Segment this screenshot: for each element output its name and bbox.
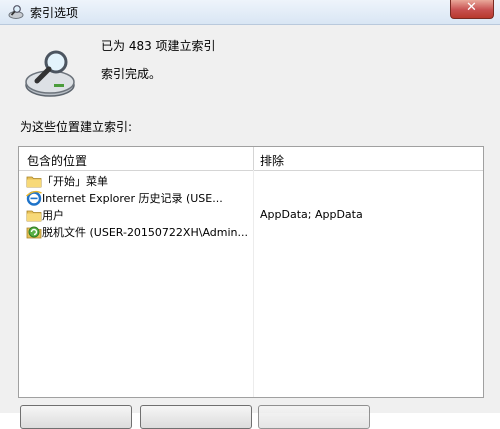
indexed-count-text: 已为 483 项建立索引 <box>101 39 216 53</box>
list-item[interactable]: 脱机文件 (USER-20150722XH\Admin... <box>19 223 483 240</box>
column-header-exclude[interactable]: 排除 <box>260 152 284 169</box>
indexing-options-icon <box>8 5 24 19</box>
offline-files-icon <box>26 226 42 239</box>
location-name: Internet Explorer 历史记录 (USE... <box>42 192 223 205</box>
column-header-included-locations[interactable]: 包含的位置 <box>27 152 87 169</box>
column-divider[interactable] <box>253 147 254 170</box>
close-icon: ✕ <box>466 0 477 15</box>
list-item[interactable]: 用户 AppData; AppData <box>19 206 483 223</box>
modify-button[interactable] <box>20 405 132 429</box>
indexing-status-text: 索引完成。 <box>101 67 162 81</box>
window-title: 索引选项 <box>30 6 79 20</box>
title-bar: 索引选项 ✕ <box>0 0 500 25</box>
list-item[interactable]: 「开始」菜单 <box>19 172 483 189</box>
exclude-value: AppData; AppData <box>260 208 363 221</box>
folder-icon <box>26 176 42 188</box>
pause-button <box>258 405 370 429</box>
indexing-drive-icon <box>25 50 75 97</box>
close-button[interactable]: ✕ <box>450 0 494 19</box>
location-name: 脱机文件 (USER-20150722XH\Admin... <box>42 226 248 239</box>
location-name: 用户 <box>42 209 64 222</box>
list-item[interactable]: Internet Explorer 历史记录 (USE... <box>19 189 483 206</box>
internet-explorer-icon <box>26 190 42 206</box>
index-locations-list[interactable]: 包含的位置 排除 「开始」菜单 Internet Explorer 历史记录 (… <box>18 146 484 398</box>
dialog-body: 已为 483 项建立索引 索引完成。 为这些位置建立索引: 包含的位置 排除 「… <box>0 25 500 429</box>
advanced-button[interactable] <box>140 405 252 429</box>
folder-icon <box>26 210 42 222</box>
list-header: 包含的位置 排除 <box>19 147 483 171</box>
locations-label: 为这些位置建立索引: <box>20 120 133 134</box>
location-name: 「开始」菜单 <box>42 175 108 188</box>
